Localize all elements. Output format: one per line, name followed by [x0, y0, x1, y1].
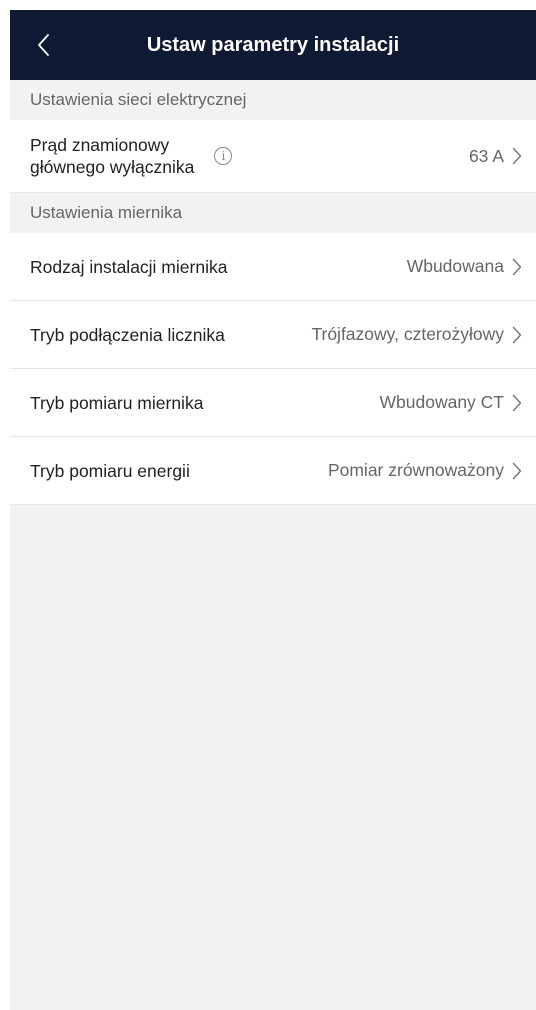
settings-screen: Ustaw parametry instalacji Ustawienia si…: [10, 10, 536, 1010]
meter-measurement-mode-label: Tryb pomiaru miernika: [30, 392, 204, 413]
top-bar: Ustaw parametry instalacji: [10, 10, 536, 80]
meter-installation-type-row[interactable]: Rodzaj instalacji miernika Wbudowana: [10, 233, 536, 301]
meter-measurement-mode-value: Wbudowany CT: [379, 392, 505, 412]
energy-measurement-mode-value: Pomiar zrównoważony: [327, 460, 504, 480]
chevron-right-icon: [512, 147, 522, 165]
meter-connection-mode-value: Trójfazowy, czterożyłowy: [311, 324, 504, 344]
rated-current-value: 63 A: [468, 145, 504, 166]
meter-measurement-mode-row[interactable]: Tryb pomiaru miernika Wbudowany CT: [10, 369, 536, 437]
meter-connection-mode-label: Tryb podłączenia licznika: [30, 324, 225, 345]
chevron-right-icon: [512, 462, 522, 480]
meter-connection-mode-row[interactable]: Tryb podłączenia licznika Trójfazowy, cz…: [10, 301, 536, 369]
chevron-right-icon: [512, 258, 522, 276]
back-button[interactable]: [28, 30, 58, 60]
meter-installation-type-value: Wbudowana: [406, 256, 504, 276]
page-title: Ustaw parametry instalacji: [146, 33, 400, 56]
section-header-grid-settings: Ustawienia sieci elektrycznej: [10, 80, 536, 120]
chevron-right-icon: [512, 326, 522, 344]
meter-installation-type-label: Rodzaj instalacji miernika: [30, 256, 228, 277]
section-header-meter-settings: Ustawienia miernika: [10, 193, 536, 233]
chevron-left-icon: [38, 34, 49, 56]
rated-current-label: Prąd znamionowy głównego wyłącznika: [30, 135, 195, 177]
rated-current-row[interactable]: Prąd znamionowy głównego wyłącznika i 63…: [10, 120, 536, 193]
energy-measurement-mode-row[interactable]: Tryb pomiaru energii Pomiar zrównoważony: [10, 437, 536, 505]
energy-measurement-mode-label: Tryb pomiaru energii: [30, 460, 190, 481]
chevron-right-icon: [512, 394, 522, 412]
info-icon[interactable]: i: [214, 147, 233, 165]
